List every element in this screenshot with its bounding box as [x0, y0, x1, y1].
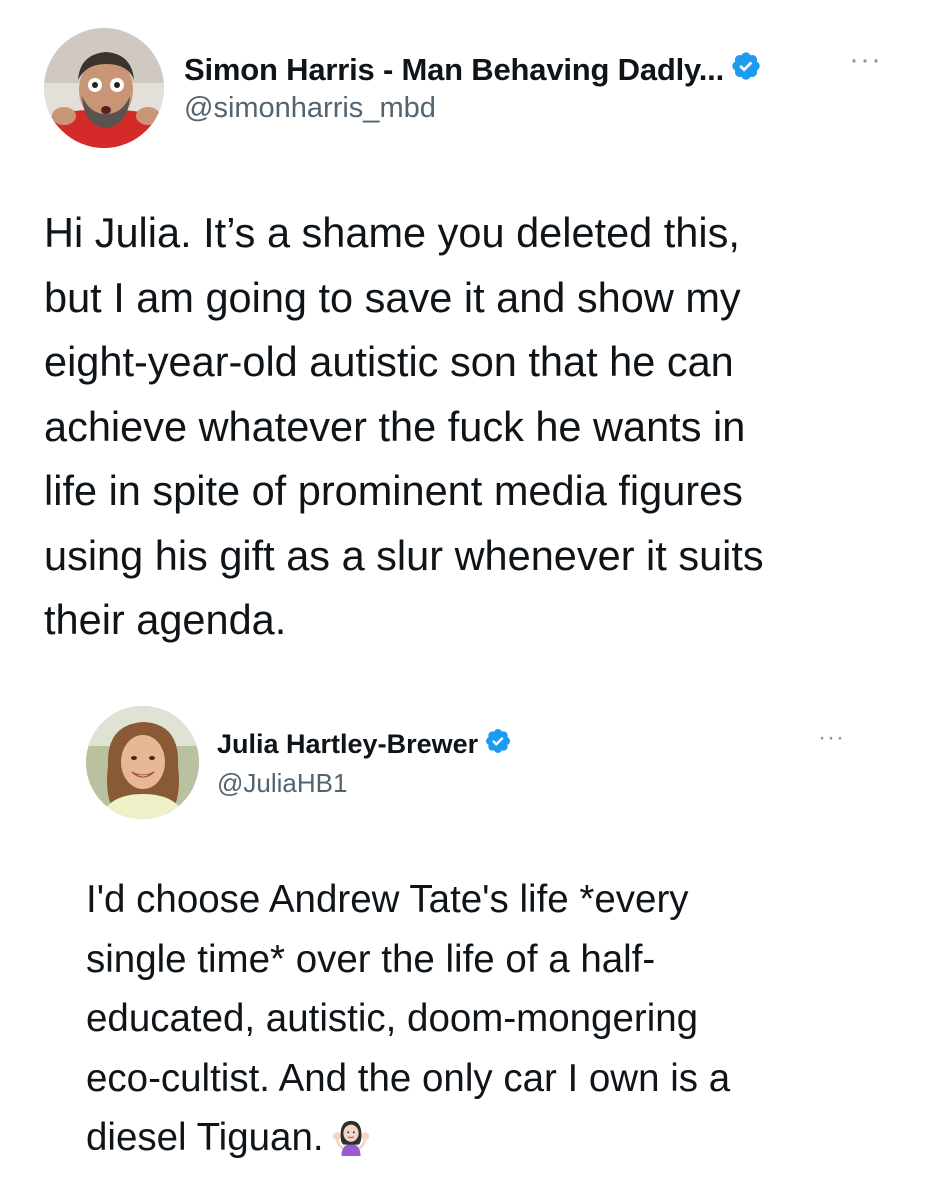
- quoted-user-handle[interactable]: @JuliaHB1: [217, 768, 347, 799]
- display-name[interactable]: Simon Harris - Man Behaving Dadly...: [184, 50, 762, 90]
- tweet-screenshot: Simon Harris - Man Behaving Dadly... @si…: [0, 0, 935, 1200]
- more-options-icon[interactable]: ···: [849, 45, 882, 75]
- quoted-tweet-text-content: I'd choose Andrew Tate's life *every sin…: [86, 878, 731, 1159]
- tweet-text: Hi Julia. It’s a shame you deleted this,…: [44, 209, 764, 643]
- quoted-avatar-photo: [86, 706, 199, 819]
- avatar[interactable]: [44, 28, 164, 148]
- user-handle[interactable]: @simonharris_mbd: [184, 92, 436, 125]
- verified-badge-icon: [730, 50, 762, 90]
- quoted-display-name-text: Julia Hartley-Brewer: [217, 729, 479, 759]
- quoted-tweet-text: I'd choose Andrew Tate's life *every sin…: [86, 870, 906, 1174]
- woman-shrugging-icon: [332, 1114, 370, 1174]
- quoted-display-name[interactable]: Julia Hartley-Brewer: [217, 727, 512, 762]
- quoted-avatar[interactable]: [86, 706, 199, 819]
- display-name-text: Simon Harris - Man Behaving Dadly...: [184, 52, 725, 87]
- verified-badge-icon: [484, 727, 512, 762]
- avatar-photo: [44, 28, 164, 148]
- more-options-icon[interactable]: ···: [818, 726, 845, 750]
